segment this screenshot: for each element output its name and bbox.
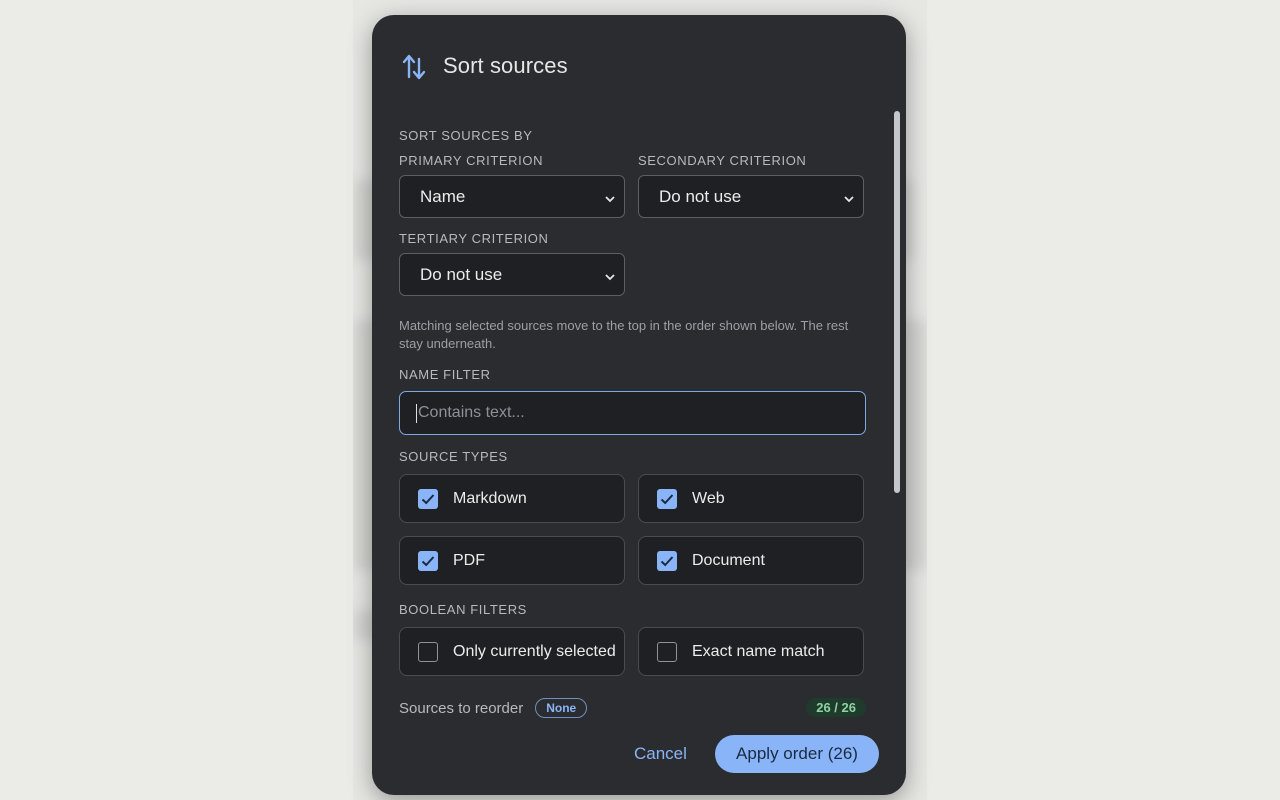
- sort-arrows-icon: [400, 51, 430, 81]
- reorder-count-badge: 26 / 26: [806, 698, 866, 717]
- chevron-down-icon: [604, 190, 616, 203]
- source-type-label: Web: [692, 489, 725, 507]
- checkbox-checked-icon[interactable]: [418, 550, 438, 571]
- apply-order-button[interactable]: Apply order (26): [715, 735, 879, 773]
- dialog-scrollbar[interactable]: [894, 111, 902, 493]
- source-type-markdown[interactable]: Markdown: [399, 474, 625, 523]
- boolean-filters-label: BOOLEAN FILTERS: [399, 602, 527, 617]
- source-types-label: SOURCE TYPES: [399, 449, 508, 464]
- filter-label: Exact name match: [692, 642, 825, 660]
- dialog-footer: Cancel Apply order (26): [372, 735, 906, 775]
- sources-to-reorder-row: Sources to reorder None 26 / 26: [399, 697, 866, 719]
- source-type-label: PDF: [453, 551, 485, 569]
- sort-sources-dialog: Sort sources SORT SOURCES BY PRIMARY CRI…: [372, 15, 906, 795]
- text-caret: [416, 403, 417, 423]
- cancel-button[interactable]: Cancel: [622, 735, 699, 773]
- checkbox-unchecked-icon[interactable]: [418, 641, 438, 662]
- select-none-button[interactable]: None: [535, 698, 588, 718]
- secondary-criterion-select[interactable]: Do not use: [638, 175, 864, 218]
- primary-criterion-label: PRIMARY CRITERION: [399, 153, 544, 168]
- filter-exact-name-match[interactable]: Exact name match: [638, 627, 864, 676]
- tertiary-criterion-label: TERTIARY CRITERION: [399, 231, 549, 246]
- name-filter-placeholder: Contains text...: [418, 404, 525, 421]
- chevron-down-icon: [843, 190, 855, 203]
- name-filter-label: NAME FILTER: [399, 367, 491, 382]
- primary-criterion-value: Name: [420, 186, 466, 206]
- sort-by-heading: SORT SOURCES BY: [399, 128, 533, 143]
- dialog-title: Sort sources: [443, 53, 568, 78]
- dialog-body: SORT SOURCES BY PRIMARY CRITERION Name S…: [399, 125, 866, 727]
- sort-hint-text: Matching selected sources move to the to…: [399, 318, 849, 351]
- source-type-web[interactable]: Web: [638, 474, 864, 523]
- dialog-header: Sort sources: [400, 51, 568, 81]
- source-type-label: Markdown: [453, 489, 527, 507]
- checkbox-checked-icon[interactable]: [657, 550, 677, 571]
- checkbox-unchecked-icon[interactable]: [657, 641, 677, 662]
- checkbox-checked-icon[interactable]: [418, 488, 438, 509]
- secondary-criterion-value: Do not use: [659, 186, 742, 206]
- tertiary-criterion-value: Do not use: [420, 264, 503, 284]
- filter-only-selected[interactable]: Only currently selected: [399, 627, 625, 676]
- scrollbar-thumb[interactable]: [894, 111, 900, 493]
- source-type-document[interactable]: Document: [638, 536, 864, 585]
- chevron-down-icon: [604, 268, 616, 281]
- secondary-criterion-label: SECONDARY CRITERION: [638, 153, 807, 168]
- filter-label: Only currently selected: [453, 642, 616, 660]
- checkbox-checked-icon[interactable]: [657, 488, 677, 509]
- name-filter-input[interactable]: Contains text...: [399, 391, 866, 435]
- source-type-pdf[interactable]: PDF: [399, 536, 625, 585]
- sources-to-reorder-label: Sources to reorder: [399, 699, 524, 717]
- tertiary-criterion-select[interactable]: Do not use: [399, 253, 625, 296]
- source-type-label: Document: [692, 551, 765, 569]
- primary-criterion-select[interactable]: Name: [399, 175, 625, 218]
